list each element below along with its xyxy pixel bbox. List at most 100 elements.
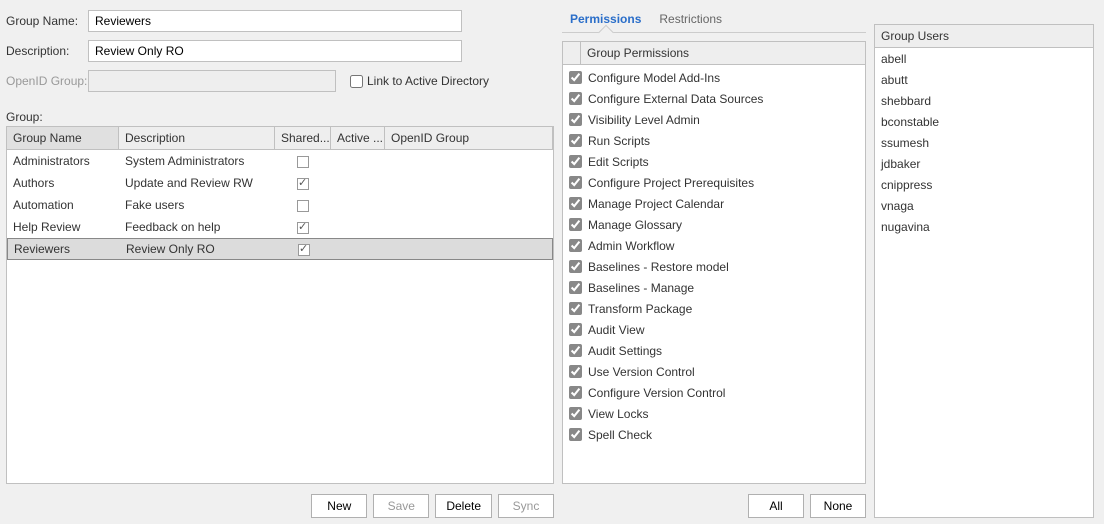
permission-label: Edit Scripts [588,155,649,169]
description-label: Description: [6,44,88,58]
permission-item[interactable]: Manage Project Calendar [563,193,865,214]
group-name-input[interactable] [88,10,462,32]
group-section-label: Group: [6,110,554,124]
col-shared[interactable]: Shared... [275,127,331,149]
user-row[interactable]: bconstable [875,113,1093,134]
permission-label: Audit Settings [588,344,662,358]
delete-button[interactable]: Delete [435,494,492,518]
permission-label: Baselines - Manage [588,281,694,295]
permission-item[interactable]: Configure Version Control [563,382,865,403]
permission-item[interactable]: Audit View [563,319,865,340]
permission-label: Spell Check [588,428,652,442]
permission-item[interactable]: Use Version Control [563,361,865,382]
permission-item[interactable]: Manage Glossary [563,214,865,235]
cell-name: Help Review [7,218,119,236]
permission-checkbox[interactable] [569,239,582,252]
cell-desc: Feedback on help [119,218,275,236]
user-row[interactable]: cnippress [875,176,1093,197]
permission-checkbox[interactable] [569,386,582,399]
cell-shared[interactable] [275,152,331,170]
user-row[interactable]: vnaga [875,197,1093,218]
all-button[interactable]: All [748,494,804,518]
cell-desc: Update and Review RW [119,174,275,192]
save-button[interactable]: Save [373,494,429,518]
new-button[interactable]: New [311,494,367,518]
permission-checkbox[interactable] [569,344,582,357]
permission-label: Manage Project Calendar [588,197,724,211]
permission-checkbox[interactable] [569,428,582,441]
permission-checkbox[interactable] [569,323,582,336]
col-description[interactable]: Description [119,127,275,149]
permission-checkbox[interactable] [569,155,582,168]
group-name-label: Group Name: [6,14,88,28]
cell-name: Administrators [7,152,119,170]
user-row[interactable]: shebbard [875,92,1093,113]
cell-shared[interactable] [275,174,331,192]
tab-restrictions[interactable]: Restrictions [657,10,724,32]
permission-item[interactable]: Admin Workflow [563,235,865,256]
none-button[interactable]: None [810,494,866,518]
description-input[interactable] [88,40,462,62]
groups-table[interactable]: Group Name Description Shared... Active … [6,126,554,484]
permission-item[interactable]: Edit Scripts [563,151,865,172]
permission-checkbox[interactable] [569,407,582,420]
permission-item[interactable]: Configure Project Prerequisites [563,172,865,193]
cell-name: Automation [7,196,119,214]
permission-item[interactable]: Configure Model Add-Ins [563,67,865,88]
permission-checkbox[interactable] [569,260,582,273]
permission-label: Run Scripts [588,134,650,148]
table-row[interactable]: AutomationFake users [7,194,553,216]
table-row[interactable]: ReviewersReview Only RO [7,238,553,260]
user-row[interactable]: abutt [875,71,1093,92]
permission-label: Use Version Control [588,365,695,379]
cell-shared[interactable] [276,240,332,258]
col-group-name[interactable]: Group Name [7,127,119,149]
openid-group-input [88,70,336,92]
permission-item[interactable]: View Locks [563,403,865,424]
col-openid[interactable]: OpenID Group [385,127,553,149]
permission-label: Configure Project Prerequisites [588,176,754,190]
permission-checkbox[interactable] [569,218,582,231]
permission-checkbox[interactable] [569,365,582,378]
permission-item[interactable]: Audit Settings [563,340,865,361]
group-permissions-header: Group Permissions [581,42,865,64]
cell-shared[interactable] [275,218,331,236]
permission-checkbox[interactable] [569,71,582,84]
permission-item[interactable]: Run Scripts [563,130,865,151]
permission-item[interactable]: Baselines - Restore model [563,256,865,277]
permission-item[interactable]: Baselines - Manage [563,277,865,298]
permission-item[interactable]: Configure External Data Sources [563,88,865,109]
table-row[interactable]: AdministratorsSystem Administrators [7,150,553,172]
permission-item[interactable]: Spell Check [563,424,865,445]
permission-checkbox[interactable] [569,113,582,126]
permission-label: Audit View [588,323,644,337]
user-row[interactable]: abell [875,50,1093,71]
user-row[interactable]: nugavina [875,218,1093,239]
cell-name: Reviewers [8,240,120,258]
user-row[interactable]: ssumesh [875,134,1093,155]
sync-button[interactable]: Sync [498,494,554,518]
permission-item[interactable]: Transform Package [563,298,865,319]
permission-label: Configure Model Add-Ins [588,71,720,85]
permission-checkbox[interactable] [569,134,582,147]
permission-label: View Locks [588,407,648,421]
permission-item[interactable]: Visibility Level Admin [563,109,865,130]
permission-checkbox[interactable] [569,197,582,210]
table-row[interactable]: AuthorsUpdate and Review RW [7,172,553,194]
permission-label: Visibility Level Admin [588,113,700,127]
openid-group-label: OpenID Group: [6,74,88,88]
table-row[interactable]: Help ReviewFeedback on help [7,216,553,238]
cell-shared[interactable] [275,196,331,214]
permission-checkbox[interactable] [569,92,582,105]
permission-label: Baselines - Restore model [588,260,729,274]
col-active[interactable]: Active ... [331,127,385,149]
user-row[interactable]: jdbaker [875,155,1093,176]
link-ad-checkbox[interactable] [350,75,363,88]
group-users-header: Group Users [875,25,1093,48]
permission-checkbox[interactable] [569,281,582,294]
permission-checkbox[interactable] [569,302,582,315]
link-ad-label: Link to Active Directory [367,74,489,88]
permission-checkbox[interactable] [569,176,582,189]
tab-permissions[interactable]: Permissions [568,10,643,32]
cell-desc: Review Only RO [120,240,276,258]
